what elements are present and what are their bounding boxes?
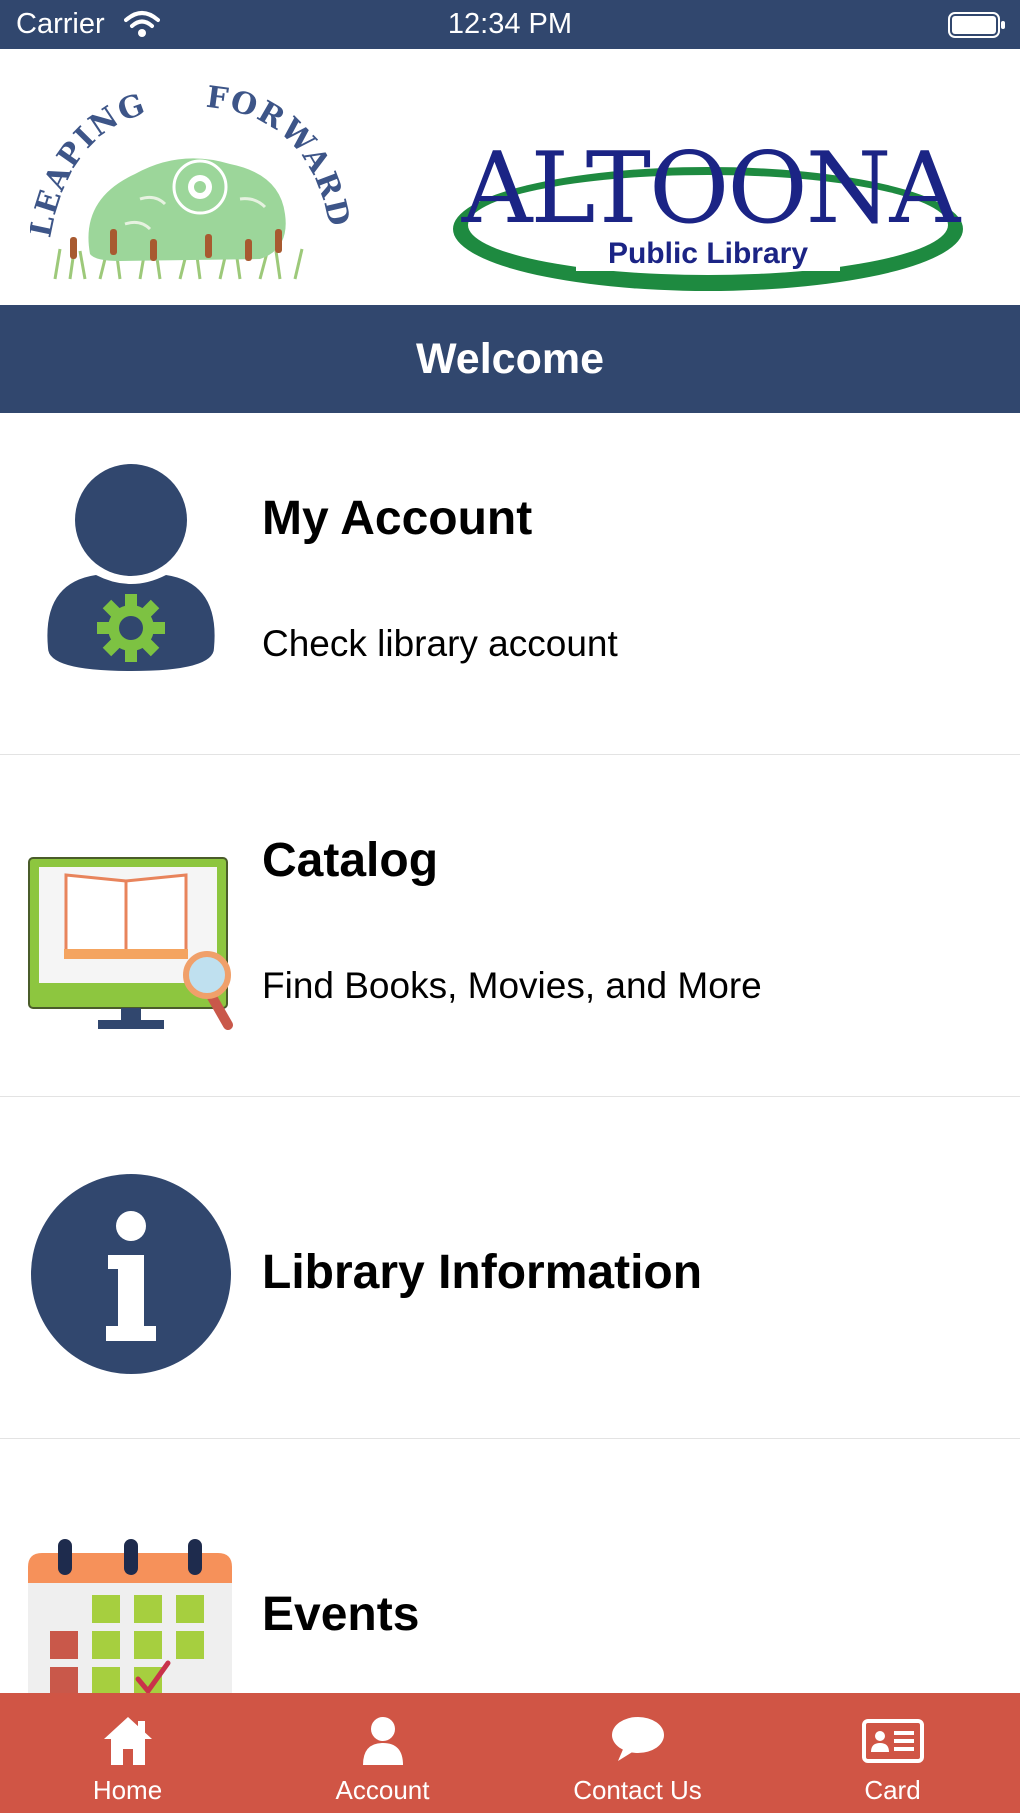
account-icon — [47, 464, 215, 671]
tab-label: Home — [92, 1775, 163, 1805]
menu-item-catalog[interactable]: Catalog Find Books, Movies, and More — [0, 755, 1020, 1097]
svg-text:Public Library: Public Library — [608, 237, 808, 270]
tab-account[interactable]: Account — [255, 1693, 510, 1813]
id-card-icon — [861, 1719, 924, 1763]
menu-item-title: Library Information — [262, 1246, 703, 1299]
header-logos: LEAPING FORWARD ALTOONA Public Library — [0, 49, 1020, 305]
battery-icon — [948, 12, 1005, 38]
menu-item-library-information[interactable]: Library Information — [0, 1097, 1020, 1439]
tab-label: Contact Us — [573, 1775, 702, 1805]
status-bar: Carrier 12:34 PM — [0, 0, 1020, 49]
tab-contact-us[interactable]: Contact Us — [510, 1693, 765, 1813]
clock: 12:34 PM — [447, 8, 573, 40]
welcome-banner: Welcome — [0, 305, 1020, 413]
bottom-tab-bar: Home Account Contact Us Card — [0, 1693, 1020, 1813]
menu-list: My Account Check library account Catalog… — [0, 413, 1020, 1781]
tab-card[interactable]: Card — [765, 1693, 1020, 1813]
welcome-title: Welcome — [416, 334, 604, 383]
altoona-library-logo: ALTOONA Public Library — [453, 132, 963, 291]
menu-item-subtitle: Check library account — [262, 623, 618, 664]
menu-item-my-account[interactable]: My Account Check library account — [0, 413, 1020, 755]
menu-item-title: Catalog — [262, 834, 439, 887]
tab-home[interactable]: Home — [0, 1693, 255, 1813]
tab-label: Account — [335, 1775, 430, 1805]
chat-bubble-icon — [611, 1717, 664, 1761]
menu-item-title: My Account — [262, 492, 533, 545]
home-icon — [103, 1717, 152, 1765]
catalog-icon — [28, 857, 233, 1030]
svg-text:ALTOONA: ALTOONA — [461, 132, 962, 246]
menu-item-subtitle: Find Books, Movies, and More — [262, 965, 762, 1006]
tab-label: Card — [864, 1775, 921, 1805]
info-icon — [31, 1174, 231, 1374]
leaping-forward-logo: LEAPING FORWARD — [30, 80, 355, 280]
menu-item-title: Events — [262, 1588, 420, 1641]
person-icon — [362, 1717, 403, 1765]
